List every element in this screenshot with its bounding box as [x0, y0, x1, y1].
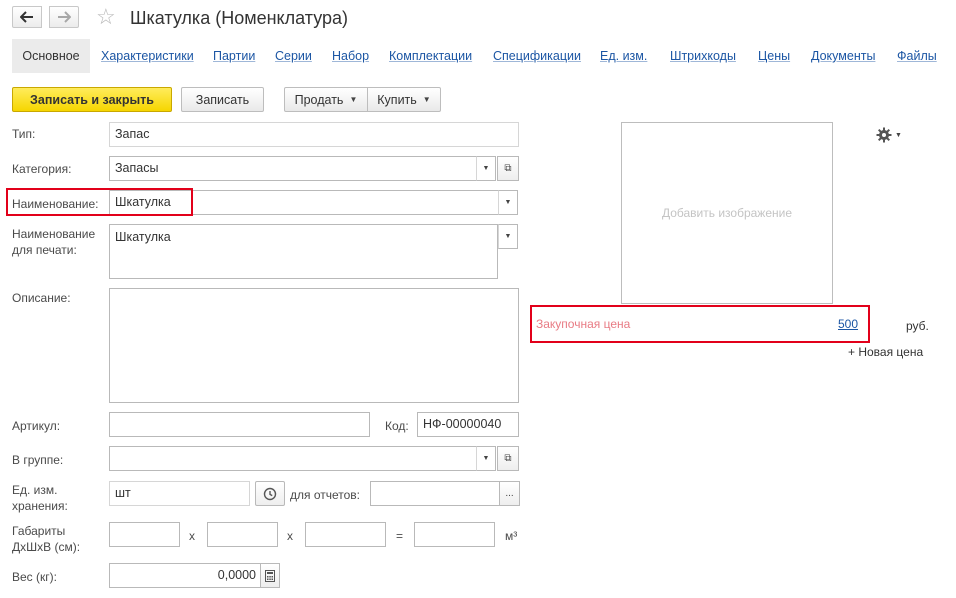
caret-down-icon: ▼: [422, 95, 431, 104]
save-and-close-button[interactable]: Записать и закрыть: [12, 87, 172, 112]
print-name-label-line1: Наименование: [12, 227, 96, 241]
chevron-down-icon: ▼: [482, 455, 490, 462]
sell-button-label: Продать: [294, 92, 344, 107]
type-label: Тип:: [12, 127, 36, 141]
reports-unit-field[interactable]: [370, 481, 500, 506]
back-button[interactable]: [12, 6, 42, 28]
weight-label: Вес (кг):: [12, 570, 57, 584]
dimensions-label: Габариты ДхШхВ (см):: [12, 523, 80, 555]
chevron-down-icon: ▼: [482, 165, 490, 172]
category-field[interactable]: Запасы: [109, 156, 477, 181]
weight-calculator-button[interactable]: [260, 563, 280, 588]
save-button[interactable]: Записать: [181, 87, 264, 112]
category-dropdown-button[interactable]: ▼: [476, 156, 496, 181]
tab-series[interactable]: Серии: [275, 49, 312, 64]
settings-menu-button[interactable]: ▼: [876, 127, 902, 143]
description-field[interactable]: [109, 288, 519, 403]
group-label: В группе:: [12, 453, 64, 467]
category-open-button[interactable]: ⧉: [497, 156, 519, 181]
forward-button[interactable]: [49, 6, 79, 28]
caret-down-icon: ▼: [895, 131, 902, 139]
new-price-link[interactable]: + Новая цена: [848, 344, 923, 360]
dims-times-1: x: [189, 529, 195, 543]
print-name-dropdown-button[interactable]: ▼: [498, 224, 518, 249]
group-field[interactable]: [109, 446, 477, 471]
unit-field[interactable]: шт: [109, 481, 250, 506]
tab-specifications[interactable]: Спецификации: [493, 49, 581, 64]
volume-field[interactable]: [414, 522, 495, 547]
page-title: Шкатулка (Номенклатура): [130, 8, 349, 28]
tab-main[interactable]: Основное: [12, 39, 90, 73]
chevron-down-icon: ▼: [504, 199, 512, 206]
length-field[interactable]: [109, 522, 180, 547]
width-field[interactable]: [207, 522, 278, 547]
print-name-field[interactable]: Шкатулка: [109, 224, 498, 279]
tab-files[interactable]: Файлы: [897, 49, 937, 64]
article-label: Артикул:: [12, 419, 61, 433]
chevron-down-icon: ▼: [504, 233, 512, 240]
calculator-icon: [265, 569, 275, 582]
dimensions-label-line1: Габариты: [12, 524, 66, 538]
buy-button-label: Купить: [377, 92, 417, 107]
category-label: Категория:: [12, 162, 72, 176]
volume-unit: м³: [505, 529, 518, 543]
tab-documents[interactable]: Документы: [811, 49, 875, 64]
dims-times-2: x: [287, 529, 293, 543]
description-label: Описание:: [12, 291, 71, 305]
dimensions-label-line2: ДхШхВ (см):: [12, 540, 81, 554]
sell-button[interactable]: Продать ▼: [284, 87, 368, 112]
code-label: Код:: [385, 419, 409, 433]
group-dropdown-button[interactable]: ▼: [476, 446, 496, 471]
group-open-button[interactable]: ⧉: [497, 446, 519, 471]
highlight-frame-price: [530, 305, 870, 343]
tab-barcodes[interactable]: Штрихкоды: [670, 49, 736, 64]
buy-button[interactable]: Купить ▼: [367, 87, 441, 112]
add-image-label: Добавить изображение: [661, 206, 793, 220]
unit-history-button[interactable]: [255, 481, 285, 506]
history-clock-icon: [263, 487, 277, 500]
currency-label: руб.: [906, 319, 929, 333]
tab-prices[interactable]: Цены: [758, 49, 790, 64]
tab-units[interactable]: Ед. изм.: [600, 49, 647, 64]
favorite-star-icon[interactable]: ☆: [96, 4, 116, 30]
name-dropdown-button[interactable]: ▼: [498, 190, 518, 215]
reports-unit-label: для отчетов:: [290, 488, 361, 502]
article-field[interactable]: [109, 412, 370, 437]
unit-label-line1: Ед. изм.: [12, 483, 58, 497]
gear-icon: [876, 127, 892, 143]
code-field[interactable]: НФ-00000040: [417, 412, 519, 437]
type-field: Запас: [109, 122, 519, 147]
open-window-icon: ⧉: [504, 163, 512, 174]
add-image-area[interactable]: Добавить изображение: [621, 122, 833, 304]
ellipsis-icon: ...: [505, 488, 514, 499]
tab-batches[interactable]: Партии: [213, 49, 255, 64]
arrow-left-icon: [20, 11, 33, 23]
unit-label: Ед. изм. хранения:: [12, 482, 68, 514]
unit-label-line2: хранения:: [12, 499, 68, 513]
weight-field[interactable]: 0,0000: [109, 563, 261, 588]
dims-equals: =: [396, 529, 404, 543]
tab-set[interactable]: Набор: [332, 49, 369, 64]
reports-unit-select-button[interactable]: ...: [499, 481, 520, 506]
open-window-icon: ⧉: [504, 453, 512, 464]
arrow-right-icon: [58, 11, 71, 23]
print-name-label-line2: для печати:: [12, 243, 77, 257]
tab-characteristics[interactable]: Характеристики: [101, 49, 194, 64]
print-name-label: Наименование для печати:: [12, 226, 95, 258]
caret-down-icon: ▼: [349, 95, 358, 104]
height-field[interactable]: [305, 522, 386, 547]
tab-kits[interactable]: Комплектации: [389, 49, 472, 64]
highlight-frame-name: [6, 188, 193, 216]
